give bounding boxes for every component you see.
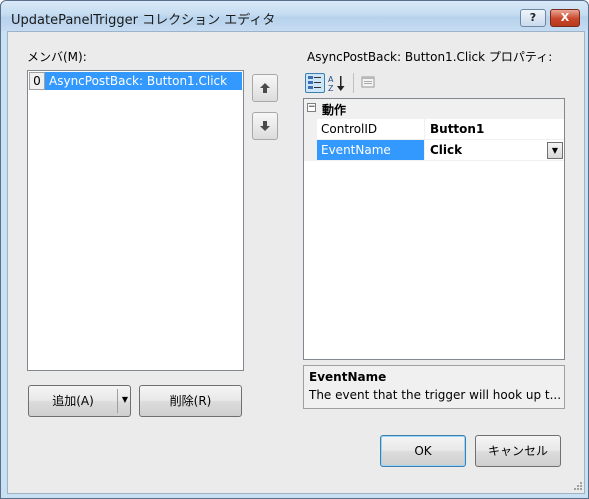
- property-toolbar: A Z: [303, 70, 565, 96]
- collapse-icon[interactable]: −: [307, 103, 316, 112]
- description-pane: EventName The event that the trigger wil…: [303, 365, 565, 409]
- dialog-window: UpdatePanelTrigger コレクション エディタ ? X メンバ(M…: [0, 0, 589, 499]
- chevron-down-icon[interactable]: ▼: [121, 386, 129, 416]
- add-button[interactable]: 追加(A): [29, 386, 117, 416]
- property-row-controlid[interactable]: ControlID Button1: [304, 119, 564, 140]
- list-item-label: AsyncPostBack: Button1.Click: [45, 72, 242, 90]
- svg-text:A: A: [328, 75, 334, 84]
- description-text: The event that the trigger will hook up …: [309, 388, 562, 402]
- list-item[interactable]: 0 AsyncPostBack: Button1.Click: [29, 72, 242, 90]
- members-listbox[interactable]: 0 AsyncPostBack: Button1.Click: [27, 70, 244, 371]
- cancel-button[interactable]: キャンセル: [475, 435, 561, 467]
- move-up-button[interactable]: [252, 74, 278, 102]
- members-label: メンバ(M):: [27, 50, 87, 64]
- toolbar-separator: [353, 73, 354, 93]
- remove-button[interactable]: 削除(R): [139, 385, 242, 417]
- property-value[interactable]: Button1: [425, 119, 564, 140]
- svg-text:Z: Z: [328, 84, 334, 93]
- property-name[interactable]: ControlID: [317, 119, 425, 140]
- arrow-up-icon: [260, 83, 270, 93]
- move-down-button[interactable]: [252, 112, 278, 140]
- description-title: EventName: [309, 370, 387, 384]
- dialog-client-area: メンバ(M): 0 AsyncPostBack: Button1.Click 追…: [7, 31, 585, 494]
- chevron-down-icon[interactable]: ▼: [547, 142, 563, 159]
- category-label: 動作: [322, 103, 347, 117]
- resize-grip-icon[interactable]: [574, 482, 582, 490]
- alphabetical-icon[interactable]: A Z: [327, 73, 347, 93]
- properties-label: AsyncPostBack: Button1.Click プロパティ:: [307, 50, 553, 64]
- help-button[interactable]: ?: [520, 9, 546, 27]
- property-grid[interactable]: − 動作 ControlID Button1 EventName Click ▼: [303, 98, 565, 360]
- property-name[interactable]: EventName: [317, 140, 425, 161]
- property-pages-icon[interactable]: [359, 73, 379, 93]
- category-row[interactable]: − 動作: [304, 99, 564, 119]
- split-divider: [117, 389, 118, 413]
- add-split-button[interactable]: 追加(A) ▼: [28, 385, 131, 417]
- title-bar[interactable]: UpdatePanelTrigger コレクション エディタ ? X: [1, 1, 588, 31]
- ok-button[interactable]: OK: [380, 435, 466, 467]
- property-row-eventname[interactable]: EventName Click ▼: [304, 140, 564, 161]
- close-button[interactable]: X: [550, 9, 580, 27]
- property-value[interactable]: Click: [425, 140, 564, 161]
- row-gutter: [304, 119, 317, 140]
- list-item-index: 0: [29, 72, 45, 90]
- arrow-down-icon: [260, 121, 270, 131]
- row-gutter: [304, 140, 317, 161]
- window-title: UpdatePanelTrigger コレクション エディタ: [11, 13, 276, 28]
- categorized-icon[interactable]: [305, 73, 325, 93]
